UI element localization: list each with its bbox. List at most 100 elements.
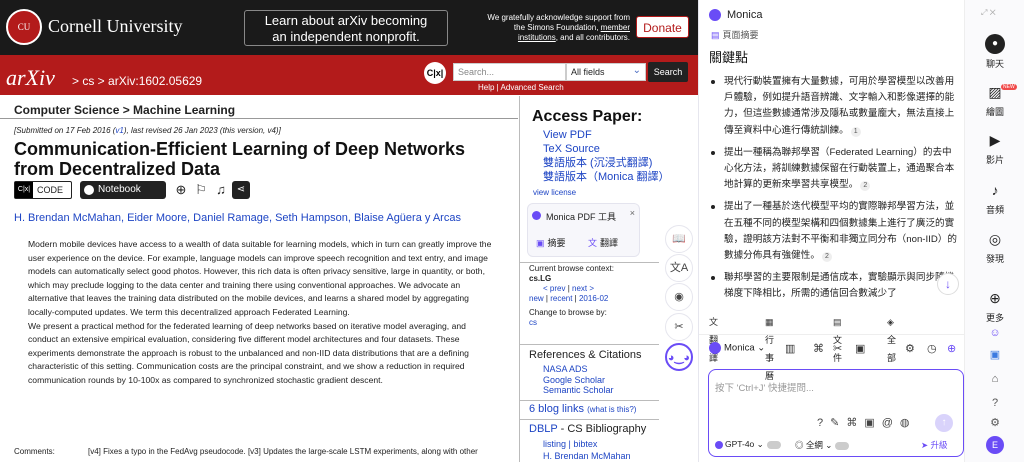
dblp-bibtex-link[interactable]: bibtex	[573, 439, 597, 449]
audio-icon[interactable]: ◉	[665, 283, 693, 311]
bell-icon[interactable]: ♫	[212, 181, 230, 199]
translate-icon[interactable]: 文A	[665, 254, 693, 282]
action-translate[interactable]: 文翻譯	[709, 313, 722, 363]
key-point: 提出了一種基於迭代模型平均的實際聯邦學習方法，並在五種不同的模型架構和四個數據集…	[709, 199, 957, 264]
authors[interactable]: H. Brendan McMahan, Eider Moore, Daniel …	[14, 212, 461, 224]
cornell-logo-icon[interactable]: CU	[6, 9, 42, 45]
audio-wave-icon: ♪	[991, 182, 999, 198]
arxiv-page: CU Cornell University Learn about arXiv …	[0, 0, 698, 462]
sidebar-item-video[interactable]: ▶ 影片	[965, 130, 1024, 166]
new-link[interactable]: new	[529, 294, 544, 303]
toggle-switch[interactable]	[766, 440, 781, 449]
citation-badge[interactable]: 2	[821, 252, 832, 263]
close-icon[interactable]: ×	[630, 208, 635, 218]
scissors-icon[interactable]: ✂	[833, 342, 842, 355]
magic-icon[interactable]: ✎	[830, 417, 839, 429]
search-field-select[interactable]: All fields ⌄	[566, 63, 646, 81]
image-icon[interactable]: ▣	[855, 342, 865, 355]
recent-link[interactable]: recent	[550, 294, 572, 303]
web-search-toggle[interactable]: ◎ 全網 ⌄	[795, 439, 850, 451]
dblp-link[interactable]: DBLP	[529, 423, 558, 435]
blog-links-link[interactable]: 6 blog links	[529, 403, 584, 415]
sidebar-item-chat[interactable]: ● 聊天	[965, 34, 1024, 70]
window-controls-icon[interactable]: ⤢ ✕	[981, 8, 996, 18]
action-all[interactable]: ◈全部	[887, 313, 898, 363]
code-button[interactable]: C|x| CODE	[14, 181, 72, 199]
catalyzex-icon: C|x|	[15, 182, 33, 198]
bot-icon[interactable]: ☺	[986, 324, 1004, 342]
gpt-model-toggle[interactable]: GPT-4o ⌄	[715, 439, 781, 450]
translate-tool-button[interactable]: 文翻譯	[588, 236, 618, 249]
version-link[interactable]: v1	[115, 126, 123, 135]
references-links: NASA ADS Google Scholar Semantic Scholar	[543, 364, 614, 396]
avatar[interactable]: E	[986, 436, 1004, 454]
tex-source-link[interactable]: TeX Source	[543, 142, 670, 156]
next-link[interactable]: next >	[572, 284, 594, 293]
arxiv-logo[interactable]: arXiv	[6, 65, 55, 91]
catalyzex-icon[interactable]: C|x|	[424, 62, 446, 84]
settings-icon[interactable]: ⚙	[986, 414, 1004, 432]
upgrade-button[interactable]: ➤ 升級	[921, 439, 948, 451]
ack-institutions-link[interactable]: institutions	[518, 33, 556, 42]
dblp-listing-link[interactable]: listing	[543, 439, 566, 449]
model-selector[interactable]: Monica ⌄	[709, 342, 765, 360]
donate-button[interactable]: Donate	[636, 16, 689, 38]
nonprofit-notice[interactable]: Learn about arXiv becoming an independen…	[244, 10, 448, 46]
divider	[519, 419, 659, 420]
attach-icon[interactable]: ⌘	[846, 417, 857, 429]
add-collection-icon[interactable]: ⊕	[172, 181, 190, 199]
submission-info: [Submitted on 17 Feb 2016 (v1), last rev…	[14, 126, 281, 135]
help-links[interactable]: Help | Advanced Search	[478, 83, 564, 92]
sidebar-item-more[interactable]: ⊕ 更多	[965, 288, 1024, 324]
mic-icon[interactable]: ◍	[900, 417, 910, 429]
ask-icon[interactable]: ?	[817, 417, 823, 429]
sidebar-item-discover[interactable]: ◎ 發現	[965, 229, 1024, 265]
history-icon[interactable]: ◷	[927, 342, 937, 355]
monica-launcher-icon[interactable]: ◕‿◕	[665, 343, 693, 371]
attach-icon[interactable]: ⌘	[813, 342, 824, 355]
prev-link[interactable]: < prev	[543, 284, 565, 293]
help-icon[interactable]: ?	[986, 394, 1004, 412]
citation-badge[interactable]: 1	[850, 126, 861, 137]
semantic-scholar-link[interactable]: Semantic Scholar	[543, 385, 614, 396]
search-button[interactable]: Search	[648, 62, 688, 82]
bilingual-monica-link[interactable]: 雙語版本（Monica 翻譯）	[543, 170, 670, 184]
translate-app-icon[interactable]: ▣	[986, 346, 1004, 364]
ack-member-link[interactable]: member	[601, 23, 630, 32]
image-icon[interactable]: ▣	[864, 417, 874, 429]
chat-input[interactable]: 按下 'Ctrl+J' 快捷提問...	[715, 380, 814, 394]
chat-input-box[interactable]: 按下 'Ctrl+J' 快捷提問... ? ✎ ⌘ ▣ @ ◍ ↑ GPT-4o ⌄ ◎ …	[708, 369, 964, 457]
tools-icon[interactable]: ✂	[665, 313, 693, 341]
share-icon[interactable]: ⋖	[232, 181, 250, 199]
scroll-down-icon[interactable]: ↓	[937, 273, 959, 295]
notebook-button[interactable]: Notebook	[80, 181, 166, 199]
action-calendar[interactable]: ▦行事曆	[765, 313, 778, 381]
mention-icon[interactable]: @	[882, 417, 893, 429]
sidebar-label: 影片	[985, 155, 1004, 165]
month-link[interactable]: 2016-02	[579, 294, 608, 303]
new-chat-icon[interactable]: ⊕	[947, 342, 956, 355]
view-pdf-link[interactable]: View PDF	[543, 128, 670, 142]
action-document[interactable]: ▤文件	[833, 313, 846, 363]
sidebar-item-audio[interactable]: ♪ 音頻	[965, 180, 1024, 216]
bookmark-icon[interactable]: ⚐	[192, 181, 210, 199]
column-divider	[519, 96, 520, 462]
toggle-switch[interactable]	[835, 441, 850, 450]
settings-sliders-icon[interactable]: ⚙	[905, 342, 915, 355]
google-scholar-link[interactable]: Google Scholar	[543, 375, 614, 386]
what-is-this-link[interactable]: (what is this?)	[587, 405, 636, 414]
nasa-ads-link[interactable]: NASA ADS	[543, 364, 614, 375]
book-icon[interactable]: ▥	[785, 342, 795, 355]
citation-badge[interactable]: 2	[860, 181, 871, 192]
send-button[interactable]: ↑	[935, 414, 953, 432]
breadcrumb[interactable]: > cs > arXiv:1602.05629	[72, 74, 202, 88]
book-icon[interactable]: 📖	[665, 225, 693, 253]
bilingual-immersive-link[interactable]: 雙語版本 (沉浸式翻譯)	[543, 156, 670, 170]
dblp-author-link[interactable]: H. Brendan McMahan	[543, 450, 631, 462]
cornell-name[interactable]: Cornell University	[48, 16, 182, 37]
gift-icon[interactable]: ⌂	[986, 370, 1004, 388]
summary-tool-button[interactable]: ▣ 摘要	[536, 236, 566, 249]
search-input[interactable]: Search...	[453, 63, 566, 81]
view-license-link[interactable]: view license	[533, 188, 576, 197]
change-browse-link[interactable]: cs	[529, 318, 614, 328]
